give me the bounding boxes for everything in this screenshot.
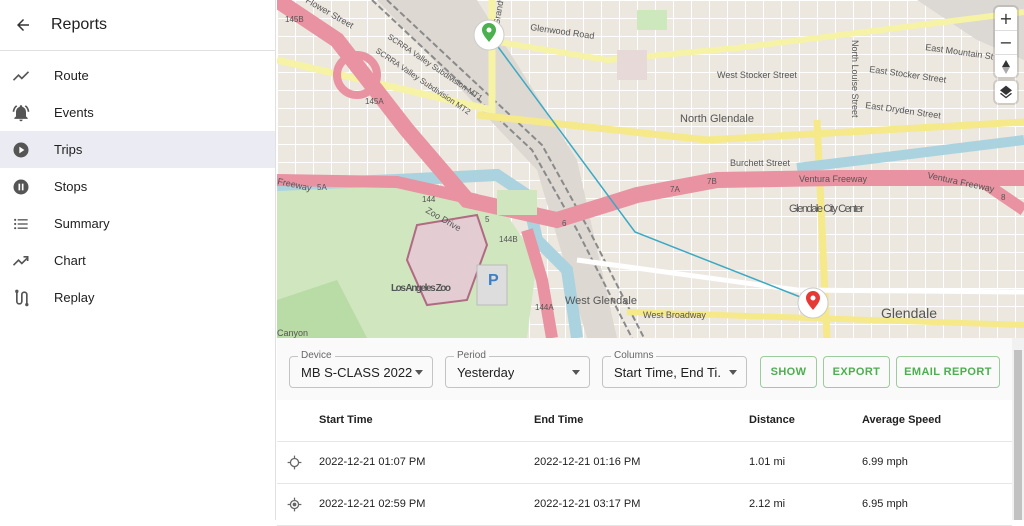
layers-icon xyxy=(1000,85,1012,99)
cell-average-speed: 6.95 mph xyxy=(862,498,908,510)
sidebar-item-events[interactable]: Events xyxy=(0,94,275,131)
map-label: Glendale City Center xyxy=(789,203,864,215)
timeline-icon xyxy=(11,66,31,86)
map-label: 5 xyxy=(485,215,490,224)
sidebar-item-trips[interactable]: Trips xyxy=(0,131,275,168)
sidebar-item-stops[interactable]: Stops xyxy=(0,168,275,205)
sidebar-item-label: Events xyxy=(54,105,94,120)
cell-average-speed: 6.99 mph xyxy=(862,456,908,468)
map-label: West Stocker Street xyxy=(717,70,797,80)
map-label: 144B xyxy=(499,235,518,244)
back-button[interactable] xyxy=(1,0,45,50)
map-label: 144A xyxy=(535,303,554,312)
map-label: Burchett Street xyxy=(730,158,791,168)
zoom-controls: + − xyxy=(995,7,1017,77)
sidebar-item-label: Replay xyxy=(54,290,95,305)
arrow-back-icon xyxy=(17,19,29,31)
map-label: Glendale xyxy=(881,305,937,321)
map-label: Canyon xyxy=(277,328,308,338)
sidebar-item-label: Chart xyxy=(54,253,86,268)
gps-not-fixed-icon[interactable] xyxy=(287,455,302,470)
device-select-label: Device xyxy=(298,350,335,362)
period-select[interactable]: Period Yesterday xyxy=(445,350,590,388)
cell-distance: 2.12 mi xyxy=(749,498,786,510)
email-report-button[interactable]: EMAIL REPORT xyxy=(896,356,1000,388)
report-type-list: Route Events Trips Stops Summary Chart R… xyxy=(0,51,275,316)
trending-up-icon xyxy=(11,251,31,271)
map-label: West Glendale xyxy=(565,295,637,307)
chevron-down-icon xyxy=(415,370,423,375)
period-select-label: Period xyxy=(454,350,489,362)
map-label: 7A xyxy=(670,185,680,194)
compass-icon xyxy=(1002,59,1010,74)
map-label: Ventura Freeway xyxy=(799,174,868,184)
cell-start-time: 2022-12-21 02:59 PM xyxy=(319,498,426,510)
map-label: 8 xyxy=(1001,193,1006,202)
sidebar-header: Reports xyxy=(0,0,275,51)
format-list-bulleted-icon xyxy=(11,214,31,234)
table-header: Start Time End Time Distance Average Spe… xyxy=(277,400,1012,442)
start-marker[interactable] xyxy=(473,19,505,51)
page-title: Reports xyxy=(51,16,108,33)
sidebar-item-route[interactable]: Route xyxy=(0,57,275,94)
zoom-in-button[interactable]: + xyxy=(995,7,1017,31)
cell-start-time: 2022-12-21 01:07 PM xyxy=(319,456,426,468)
column-header-start-time[interactable]: Start Time xyxy=(319,400,373,441)
period-select-value: Yesterday xyxy=(457,365,515,380)
pause-circle-icon xyxy=(11,177,31,197)
end-marker[interactable] xyxy=(797,287,829,319)
map-label: 145A xyxy=(365,97,384,106)
column-header-average-speed[interactable]: Average Speed xyxy=(862,400,941,441)
map-label: 6 xyxy=(562,219,567,228)
map-label: Los Angeles Zoo xyxy=(391,283,451,294)
chevron-down-icon xyxy=(572,370,580,375)
columns-select[interactable]: Columns Start Time, End Ti... xyxy=(602,350,747,388)
cell-distance: 1.01 mi xyxy=(749,456,786,468)
columns-select-label: Columns xyxy=(611,350,657,362)
columns-select-value: Start Time, End Ti... xyxy=(614,365,722,380)
sidebar-item-chart[interactable]: Chart xyxy=(0,242,275,279)
report-panel: Device MB S-CLASS 2022 Period Yesterday … xyxy=(277,338,1024,526)
trips-table: Start Time End Time Distance Average Spe… xyxy=(277,400,1012,526)
sidebar-item-summary[interactable]: Summary xyxy=(0,205,275,242)
device-select[interactable]: Device MB S-CLASS 2022 xyxy=(289,350,433,388)
parking-icon: P xyxy=(488,272,499,289)
cell-end-time: 2022-12-21 03:17 PM xyxy=(534,498,641,510)
table-row[interactable]: 2022-12-21 01:07 PM 2022-12-21 01:16 PM … xyxy=(277,442,1012,484)
gps-fixed-icon[interactable] xyxy=(287,497,302,512)
cell-end-time: 2022-12-21 01:16 PM xyxy=(534,456,641,468)
map-label: 144 xyxy=(422,195,436,204)
show-button[interactable]: SHOW xyxy=(760,356,817,388)
play-circle-icon xyxy=(11,140,31,160)
notifications-active-icon xyxy=(11,103,31,123)
compass-button[interactable] xyxy=(995,55,1017,78)
column-header-end-time[interactable]: End Time xyxy=(534,400,583,441)
scrollbar[interactable] xyxy=(1012,338,1024,520)
map-label: West Broadway xyxy=(643,310,706,320)
sidebar-item-replay[interactable]: Replay xyxy=(0,279,275,316)
zoom-out-button[interactable]: − xyxy=(995,31,1017,55)
map-label: North Glendale xyxy=(680,113,754,125)
map-label: North Louise Street xyxy=(850,40,860,118)
scrollbar-thumb[interactable] xyxy=(1014,350,1022,520)
route-icon xyxy=(11,288,31,308)
map-label: 145B xyxy=(285,15,304,24)
column-header-distance[interactable]: Distance xyxy=(749,400,795,441)
reports-sidebar: Reports Route Events Trips Stops Summary… xyxy=(0,0,276,520)
map-canvas[interactable]: Glenwood Road West Stocker Street East S… xyxy=(277,0,1024,338)
export-button[interactable]: EXPORT xyxy=(823,356,890,388)
chevron-down-icon xyxy=(729,370,737,375)
sidebar-item-label: Stops xyxy=(54,179,88,194)
report-toolbar: Device MB S-CLASS 2022 Period Yesterday … xyxy=(277,338,1012,400)
sidebar-item-label: Summary xyxy=(54,216,110,231)
sidebar-item-label: Route xyxy=(54,68,89,83)
device-select-value: MB S-CLASS 2022 xyxy=(301,365,413,380)
map-label: 7B xyxy=(707,177,717,186)
sidebar-item-label: Trips xyxy=(54,142,83,157)
layers-button[interactable] xyxy=(995,81,1017,103)
map-view[interactable]: Glenwood Road West Stocker Street East S… xyxy=(277,0,1024,338)
map-label: 5A xyxy=(317,183,327,192)
